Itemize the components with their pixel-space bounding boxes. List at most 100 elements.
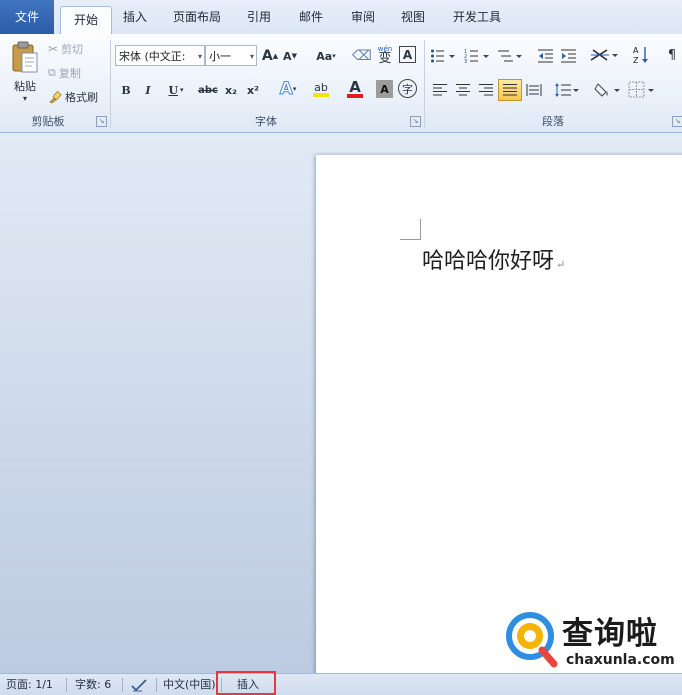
font-launcher-icon[interactable]: ↘ — [410, 116, 421, 127]
paste-button[interactable]: 粘贴 ▾ — [6, 38, 44, 106]
status-bar: 页面: 1/1 字数: 6 中文(中国) 插入 — [0, 671, 682, 695]
status-divider — [66, 678, 67, 692]
status-page-count[interactable]: 页面: 1/1 — [6, 674, 53, 695]
paste-icon — [12, 41, 38, 73]
watermark-logo: 查询啦 chaxunla.com — [506, 608, 682, 672]
svg-text:Z: Z — [633, 56, 639, 65]
shrink-font-icon: A — [283, 49, 292, 63]
superscript-button[interactable]: x² — [244, 80, 262, 100]
font-name-value: 宋体 (中文正: — [119, 50, 186, 63]
justify-icon — [503, 84, 517, 96]
show-formatting-marks-button[interactable]: ¶ — [664, 46, 680, 64]
underline-icon: U — [168, 83, 179, 97]
insert-mode-highlight-box — [216, 671, 276, 695]
phonetic-guide-button[interactable]: wén 变 — [375, 42, 395, 66]
clipboard-group-label: 剪贴板 — [31, 115, 65, 128]
paragraph-mark: ↵ — [556, 258, 566, 271]
word-window: 文件 开始 插入 页面布局 引用 邮件 审阅 视图 开发工具 粘贴 ▾ ✂ 剪切… — [0, 0, 682, 695]
highlighter-icon: ab — [314, 80, 328, 94]
clear-formatting-button[interactable]: ⌫ — [352, 46, 372, 66]
enclose-characters-button[interactable]: 字 — [398, 79, 417, 98]
change-case-icon: Aa — [316, 49, 333, 63]
copy-button[interactable]: ⧉ 复制 — [48, 64, 81, 82]
paragraph-launcher-icon[interactable]: ↘ — [672, 116, 682, 127]
align-center-button[interactable] — [455, 83, 471, 97]
cut-button[interactable]: ✂ 剪切 — [48, 40, 83, 58]
chevron-down-icon: ▾ — [22, 94, 27, 103]
font-size-value: 小一 — [209, 50, 231, 63]
line-spacing-button[interactable] — [554, 82, 580, 98]
watermark-name: 查询啦 — [562, 616, 658, 652]
ribbon-tab-bar: 文件 开始 插入 页面布局 引用 邮件 审阅 视图 开发工具 — [0, 0, 682, 36]
bold-button[interactable]: B — [118, 80, 134, 100]
clipboard-launcher-icon[interactable]: ↘ — [96, 116, 107, 127]
copy-icon: ⧉ — [48, 66, 56, 79]
paragraph-group-label: 段落 — [542, 115, 564, 128]
highlight-color-bar — [313, 92, 329, 97]
decrease-indent-button[interactable] — [537, 48, 555, 64]
strikethrough-button[interactable]: abc — [197, 80, 219, 100]
increase-indent-button[interactable] — [560, 48, 578, 64]
status-language[interactable]: 中文(中国) — [163, 674, 216, 695]
borders-button[interactable] — [628, 81, 656, 99]
underline-button[interactable]: U ▾ — [164, 80, 188, 100]
character-shading-button[interactable]: A — [376, 80, 393, 98]
document-text[interactable]: 哈哈哈你好呀 — [422, 249, 554, 274]
change-case-button[interactable]: Aa ▾ — [313, 46, 339, 66]
format-painter-label: 格式刷 — [65, 91, 98, 104]
document-page[interactable]: 哈哈哈你好呀 ↵ — [316, 155, 682, 673]
cut-label: 剪切 — [61, 43, 84, 56]
tab-home[interactable]: 开始 — [60, 6, 112, 36]
justify-button[interactable] — [498, 79, 522, 101]
tab-developer[interactable]: 开发工具 — [444, 0, 510, 34]
document-text-line[interactable]: 哈哈哈你好呀 ↵ — [422, 243, 565, 275]
proofing-check-icon — [131, 679, 147, 692]
distributed-button[interactable] — [526, 83, 542, 97]
format-painter-button[interactable]: 格式刷 — [48, 88, 98, 106]
italic-button[interactable]: I — [140, 80, 156, 100]
watermark-url: chaxunla.com — [566, 652, 675, 668]
chinese-layout-button[interactable] — [589, 46, 619, 64]
font-color-bar — [347, 93, 363, 98]
grow-font-button[interactable]: A ▲ — [262, 46, 278, 66]
font-group-label: 字体 — [255, 115, 277, 128]
align-right-button[interactable] — [478, 83, 494, 97]
ribbon: 粘贴 ▾ ✂ 剪切 ⧉ 复制 格式刷 剪贴板 ↘ 宋体 (中文正: ▾ 小一 ▾… — [0, 34, 682, 133]
tab-review[interactable]: 审阅 — [344, 0, 382, 34]
text-effects-icon: A — [279, 79, 293, 100]
bullets-button[interactable] — [430, 48, 456, 64]
font-size-select[interactable]: 小一 ▾ — [205, 45, 257, 66]
font-name-select[interactable]: 宋体 (中文正: ▾ — [115, 45, 205, 66]
multilevel-list-button[interactable] — [497, 48, 523, 64]
shrink-font-button[interactable]: A ▼ — [282, 46, 298, 66]
proofing-status[interactable] — [130, 674, 148, 695]
scissors-icon: ✂ — [48, 42, 59, 56]
numbering-button[interactable]: 1 2 3 — [464, 48, 490, 64]
chevron-down-icon: ▾ — [249, 52, 254, 61]
sort-button[interactable]: A Z — [632, 45, 650, 65]
status-word-count[interactable]: 字数: 6 — [75, 674, 111, 695]
status-divider — [156, 678, 157, 692]
font-color-button[interactable]: A — [341, 78, 369, 100]
document-workspace: 哈哈哈你好呀 ↵ — [0, 133, 682, 673]
tab-references[interactable]: 引用 — [240, 0, 278, 34]
highlight-color-button[interactable]: ab — [306, 78, 336, 100]
align-left-button[interactable] — [432, 83, 448, 97]
text-effects-button[interactable]: A ▾ — [276, 78, 300, 100]
font-color-icon: A — [349, 77, 361, 96]
chevron-down-icon: ▾ — [197, 52, 202, 61]
subscript-button[interactable]: x₂ — [222, 80, 240, 100]
tab-mailings[interactable]: 邮件 — [292, 0, 330, 34]
character-border-icon: A — [402, 47, 413, 62]
svg-text:3: 3 — [464, 59, 467, 64]
tab-page-layout[interactable]: 页面布局 — [164, 0, 230, 34]
tab-file[interactable]: 文件 — [0, 0, 54, 34]
shading-button[interactable] — [594, 81, 622, 99]
character-border-button[interactable]: A — [399, 46, 416, 63]
copy-label: 复制 — [58, 67, 81, 80]
tab-view[interactable]: 视图 — [394, 0, 432, 34]
status-divider — [122, 678, 123, 692]
margin-corner-marker — [400, 219, 421, 240]
tab-insert[interactable]: 插入 — [116, 0, 154, 34]
brush-icon — [49, 90, 62, 104]
